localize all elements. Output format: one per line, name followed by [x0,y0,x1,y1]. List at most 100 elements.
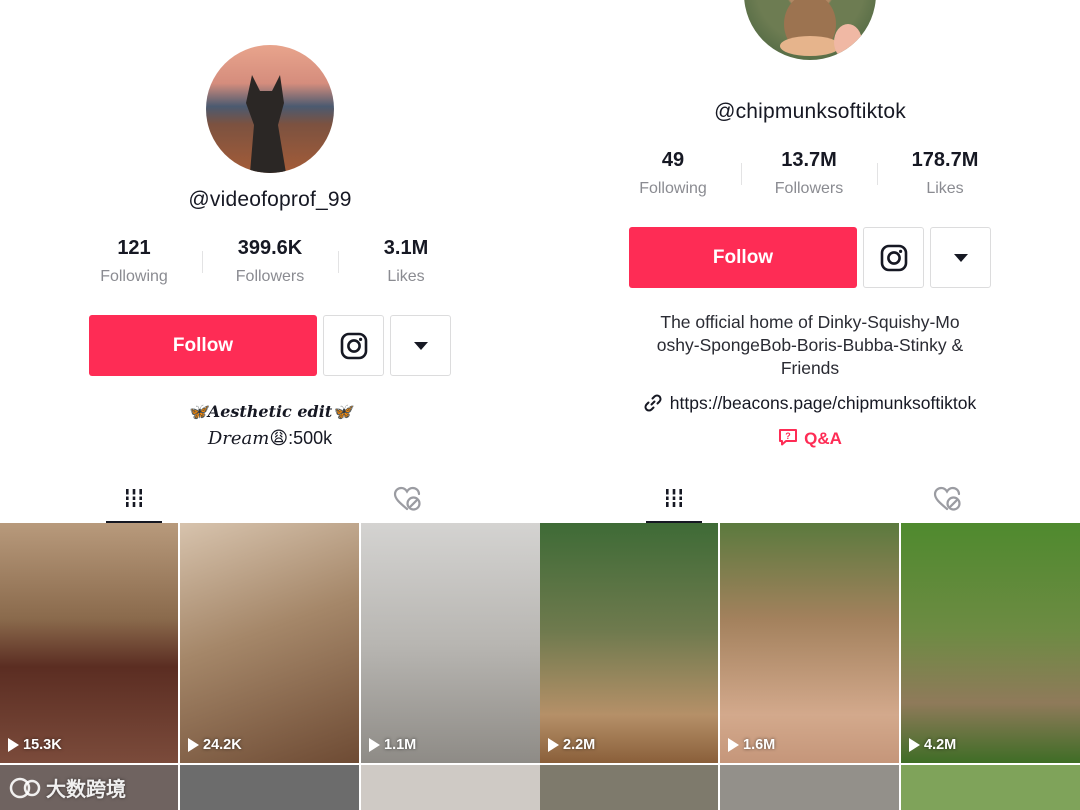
profile-stats: 49 Following 13.7M Followers 178.7M Like… [605,149,1013,198]
heart-hidden-icon [393,486,421,511]
stat-label: Likes [387,268,425,285]
play-icon [909,738,920,752]
profile-stats: 121 Following 399.6K Followers 3.1M Like… [66,237,474,286]
video-thumbnail[interactable] [901,765,1080,810]
triangle-down-icon [953,253,968,262]
more-options-button[interactable] [390,315,451,376]
stat-value: 13.7M [781,149,837,171]
bio-line: The official home of Dinky-Squishy-Mo [660,312,960,332]
profile-actions: Follow [89,315,451,376]
profile-handle: @videofoprof_99 [188,188,352,211]
dog-silhouette [246,75,286,173]
stat-value: 399.6K [237,237,303,259]
instagram-button[interactable] [323,315,384,376]
qa-link[interactable]: ? Q&A [540,427,1080,449]
view-count: 15.3K [8,737,62,753]
view-count: 1.1M [369,737,416,753]
video-thumbnail[interactable]: 4.2M [901,523,1080,763]
stat-followers[interactable]: 13.7M Followers [741,149,877,198]
stat-value: 178.7M [911,149,979,171]
instagram-icon [880,244,907,271]
view-count-text: 24.2K [203,737,242,753]
bio-text: :500k [288,428,333,448]
view-count: 24.2K [188,737,242,753]
bio: The official home of Dinky-Squishy-Mo os… [540,311,1080,380]
watermark-logo-icon [9,777,41,798]
stat-label: Likes [926,180,964,197]
view-count: 4.2M [909,737,956,753]
bio-text: Dream [207,428,270,449]
video-thumbnail[interactable] [540,765,718,810]
stat-followers[interactable]: 399.6K Followers [202,237,338,286]
stat-following[interactable]: 49 Following [605,149,741,198]
video-thumbnail[interactable]: 15.3K [0,523,178,763]
avatar[interactable] [206,45,334,173]
video-grid: 15.3K 24.2K 1.1M [0,523,540,810]
tab-videos[interactable] [646,475,702,523]
profile-handle: @chipmunksoftiktok [714,100,906,123]
play-icon [728,738,739,752]
bio-line: Dream😩:500k [0,428,540,449]
more-options-button[interactable] [930,227,991,288]
follow-button[interactable]: Follow [629,227,857,288]
bio-link-text: https://beacons.page/chipmunksoftiktok [669,393,977,413]
video-thumbnail[interactable]: 1.1M [361,523,540,763]
view-count: 1.6M [728,737,775,753]
profile-actions: Follow [629,227,991,288]
stat-following[interactable]: 121 Following [66,237,202,286]
triangle-down-icon [413,341,428,350]
play-icon [548,738,559,752]
qa-label: Q&A [804,429,842,448]
video-thumbnail[interactable]: 1.6M [720,523,899,763]
stat-value: 121 [117,237,151,259]
stat-value: 3.1M [383,237,429,259]
profile-left: @videofoprof_99 121 Following 399.6K Fol… [0,0,540,810]
stat-likes: 178.7M Likes [877,149,1013,198]
stat-value: 49 [661,149,685,171]
play-icon [188,738,199,752]
view-count-text: 1.1M [384,737,417,753]
play-icon [369,738,380,752]
view-count-text: 1.6M [743,737,776,753]
bio-line: 🦋Aesthetic edit🦋 [187,402,353,421]
watermark-text: 大数跨境 [46,779,126,801]
qa-icon: ? [779,429,798,446]
stat-label: Followers [235,268,305,285]
bio-line: oshy-SpongeBob-Boris-Bubba-Stinky & [656,335,964,355]
video-grid: 2.2M 1.6M 4.2M [540,523,1080,810]
bio-link[interactable]: https://beacons.page/chipmunksoftiktok [540,393,1080,414]
link-icon [644,394,662,412]
stat-label: Followers [774,180,844,197]
video-thumbnail[interactable] [720,765,899,810]
video-thumbnail[interactable]: 2.2M [540,523,718,763]
stat-label: Following [639,180,707,197]
profile-right: @chipmunksoftiktok 49 Following 13.7M Fo… [540,0,1080,810]
view-count: 2.2M [548,737,595,753]
profile-tabs [0,475,540,523]
video-thumbnail[interactable]: 24.2K [180,523,359,763]
instagram-icon [340,332,367,359]
grid-icon [664,489,684,507]
tab-liked[interactable] [379,475,435,523]
grid-icon [124,489,144,507]
instagram-button[interactable] [863,227,924,288]
tab-liked[interactable] [919,475,975,523]
play-icon [8,738,19,752]
view-count-text: 2.2M [563,737,596,753]
svg-text:?: ? [785,431,791,441]
stat-label: Following [100,268,168,285]
view-count-text: 4.2M [924,737,957,753]
video-thumbnail[interactable] [361,765,540,810]
heart-hidden-icon [933,486,961,511]
bio-emoji: 😩 [269,428,289,448]
avatar[interactable] [744,0,876,60]
follow-button[interactable]: Follow [89,315,317,376]
bio-line: Friends [780,358,840,378]
watermark: 大数跨境 [8,773,126,802]
view-count-text: 15.3K [23,737,62,753]
profile-tabs [540,475,1080,523]
video-thumbnail[interactable] [180,765,359,810]
chipmunk-photo [780,0,862,60]
tab-videos[interactable] [106,475,162,523]
stat-likes: 3.1M Likes [338,237,474,286]
